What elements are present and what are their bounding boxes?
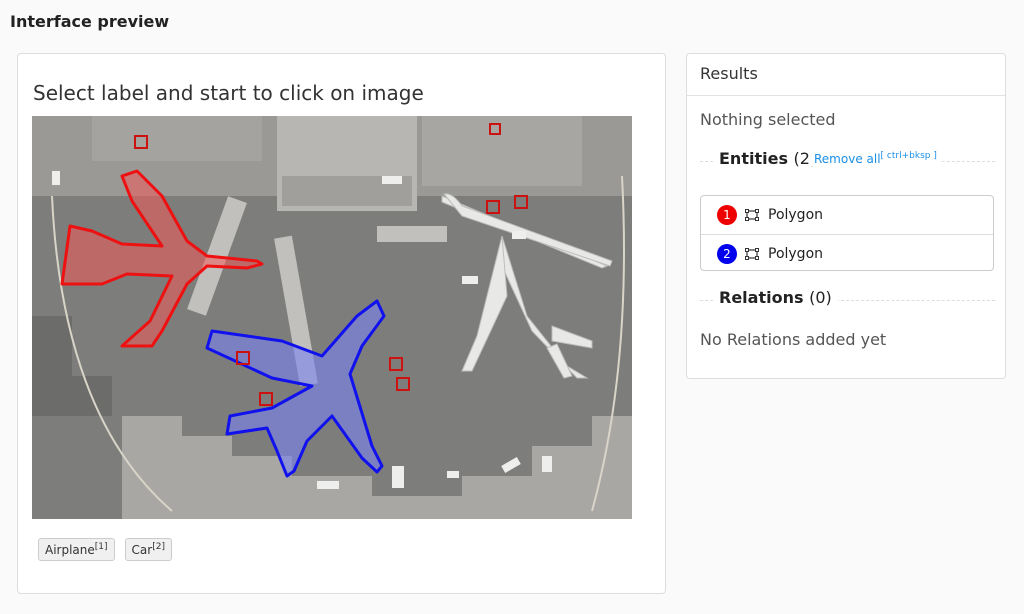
relations-section: Relations (0)	[700, 288, 995, 312]
label-airplane[interactable]: Airplane[1]	[38, 538, 115, 561]
label-list: Airplane[1] Car[2]	[38, 538, 172, 561]
annotation-image[interactable]	[32, 116, 632, 519]
entities-title: Entities	[719, 149, 788, 168]
polygon-icon	[745, 247, 759, 260]
results-panel: Results Nothing selected Entities (2) Re…	[686, 53, 1006, 379]
entity-index-badge: 2	[717, 243, 737, 264]
entity-row-1[interactable]: 1 Polygon	[701, 196, 993, 234]
label-hotkey: [1]	[94, 542, 108, 552]
no-relations-text: No Relations added yet	[700, 330, 887, 349]
remove-all-label: Remove all	[814, 152, 881, 166]
results-title: Results	[687, 54, 1005, 96]
entity-index-badge: 1	[717, 205, 737, 225]
relations-title: Relations	[719, 288, 804, 307]
entity-row-2[interactable]: 2 Polygon	[701, 234, 993, 272]
label-car[interactable]: Car[2]	[124, 538, 172, 561]
polygon-icon	[745, 209, 759, 221]
instruction-text: Select label and start to click on image	[33, 81, 424, 105]
label-hotkey: [2]	[152, 542, 165, 552]
relations-count: (0)	[809, 288, 832, 307]
label-name: Airplane	[45, 543, 95, 557]
entities-heading: Entities (2)	[713, 149, 823, 168]
remove-all-button[interactable]: Remove all[ ctrl+bksp ]	[810, 151, 941, 166]
selection-status: Nothing selected	[700, 110, 836, 129]
annotation-panel: Select label and start to click on image	[17, 53, 666, 594]
relations-heading: Relations (0)	[713, 288, 838, 307]
entity-label: Polygon	[768, 207, 824, 223]
page-title: Interface preview	[10, 12, 170, 31]
label-name: Car	[131, 543, 153, 557]
entity-list: 1 Polygon 2 Polygon	[700, 195, 994, 271]
entity-label: Polygon	[768, 245, 824, 262]
remove-all-hotkey: [ ctrl+bksp ]	[880, 151, 937, 161]
entities-section: Entities (2) Remove all[ ctrl+bksp ]	[700, 149, 995, 173]
